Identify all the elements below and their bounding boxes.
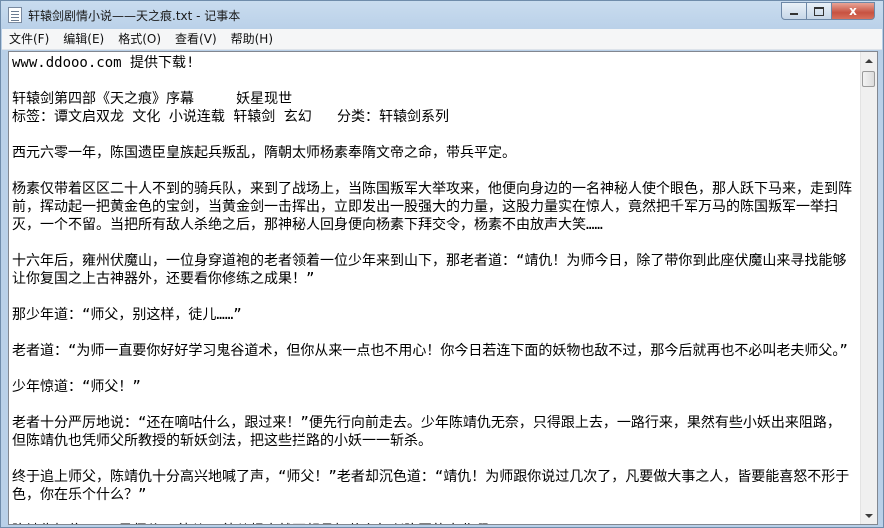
text-line: 西元六零一年，陈国遗臣皇族起兵叛乱，隋朝太师杨素奉隋文帝之命，带兵平定。 <box>12 145 516 161</box>
title-bar[interactable]: 轩辕剑剧情小说——天之痕.txt - 记事本 x <box>1 1 883 29</box>
close-icon: x <box>849 4 857 18</box>
text-line: 标签：谭文启双龙 文化 小说连载 轩辕剑 玄幻 分类：轩辕剑系列 <box>12 109 449 125</box>
menu-view[interactable]: 查看(V) <box>168 29 224 49</box>
text-line: 杨素仅带着区区二十人不到的骑兵队，来到了战场上，当陈国叛军大举攻来，他便向身边的… <box>12 181 852 233</box>
maximize-icon <box>814 6 824 16</box>
scroll-thumb[interactable] <box>862 71 875 87</box>
text-line: 老者十分严厉地说：“还在嘀咕什么，跟过来！”便先行向前走去。少年陈靖仇无奈，只得… <box>12 415 841 449</box>
arrow-up-icon <box>865 58 873 63</box>
window-title: 轩辕剑剧情小说——天之痕.txt - 记事本 <box>28 9 241 23</box>
scroll-down-button[interactable] <box>861 507 877 524</box>
arrow-down-icon <box>865 513 873 518</box>
text-line: 终于追上师父，陈靖仇十分高兴地喊了声，“师父！”老者却沉色道：“靖仇！为师跟你说… <box>12 469 850 503</box>
text-line: www.ddooo.com 提供下载! <box>12 55 195 71</box>
text-line: 那少年道：“师父，别这样，徒儿……” <box>12 307 242 323</box>
vertical-scrollbar[interactable] <box>860 52 877 524</box>
text-line: 老者道：“为师一直要你好好学习鬼谷道术，但你从来一点也不用心！你今日若连下面的妖… <box>12 343 848 359</box>
text-line: 轩辕剑第四部《天之痕》序幕 妖星现世 <box>12 91 293 107</box>
maximize-button[interactable] <box>807 2 832 20</box>
notepad-app-icon[interactable] <box>8 7 22 23</box>
minimize-button[interactable] <box>781 2 807 20</box>
close-button[interactable]: x <box>832 2 875 20</box>
minimize-icon <box>790 13 798 15</box>
menu-file[interactable]: 文件(F) <box>2 29 56 49</box>
scroll-up-button[interactable] <box>861 52 877 69</box>
text-line: 少年惊道：“师父！” <box>12 379 141 395</box>
document-text[interactable]: www.ddooo.com 提供下载! 轩辕剑第四部《天之痕》序幕 妖星现世标签：… <box>12 54 854 524</box>
menu-format[interactable]: 格式(O) <box>111 29 168 49</box>
window-controls: x <box>781 2 875 21</box>
text-line: 陈靖仇怔住：“可是师父……徒儿……徒儿根本就不想承担什么复兴陈国的大业啊！” <box>12 522 854 524</box>
menu-bar: 文件(F) 编辑(E) 格式(O) 查看(V) 帮助(H) <box>2 29 882 50</box>
menu-help[interactable]: 帮助(H) <box>224 29 280 49</box>
menu-edit[interactable]: 编辑(E) <box>56 29 111 49</box>
text-editor[interactable]: www.ddooo.com 提供下载! 轩辕剑第四部《天之痕》序幕 妖星现世标签：… <box>8 51 878 525</box>
notepad-window: 轩辕剑剧情小说——天之痕.txt - 记事本 x 文件(F) 编辑(E) 格式(… <box>0 0 884 528</box>
text-line: 十六年后，雍州伏魔山，一位身穿道袍的老者领着一位少年来到山下，那老者道：“靖仇！… <box>12 253 847 287</box>
